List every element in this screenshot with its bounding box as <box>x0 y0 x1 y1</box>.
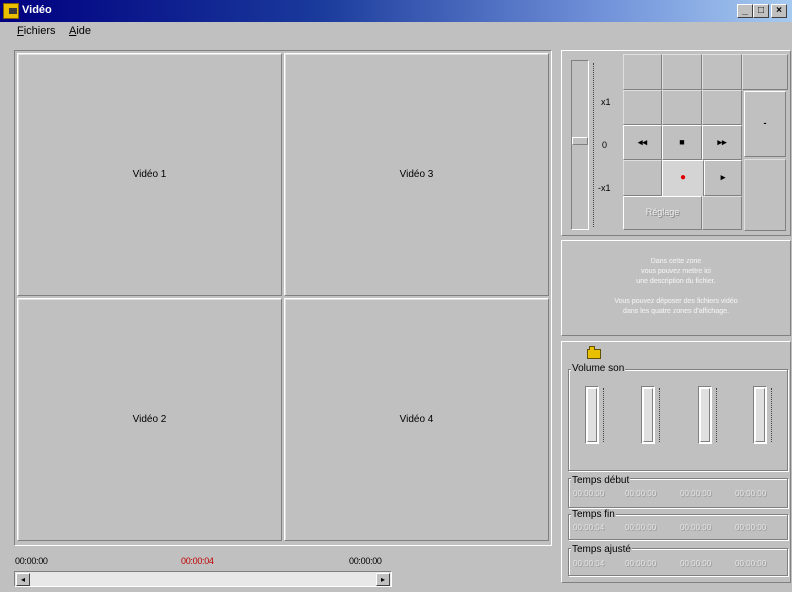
end-time-value: 00:00:00 <box>680 523 712 532</box>
end-time-value: 00:00:00 <box>625 523 657 532</box>
info-line: une description du fichier. <box>636 278 716 285</box>
end-time-title: Temps fin <box>571 509 616 520</box>
empty-slot <box>623 160 662 196</box>
rewind-button[interactable]: ◂◂ <box>623 125 662 160</box>
video-panel-2[interactable]: Vidéo 2 <box>17 298 282 541</box>
speed-label-x1: x1 <box>601 97 611 107</box>
small-dash-button[interactable]: - <box>744 91 786 157</box>
scroll-left-button[interactable]: ◂ <box>16 573 30 586</box>
adjusted-time-title: Temps ajusté <box>571 544 632 555</box>
empty-slot <box>744 159 786 231</box>
volume-slider-3[interactable] <box>698 386 712 444</box>
adjusted-time-value: 00:00:00 <box>625 559 657 568</box>
adjusted-time-value: 00:00:00 <box>735 559 767 568</box>
empty-slot <box>662 90 702 125</box>
volume-slider-4[interactable] <box>753 386 767 444</box>
video-label: Vidéo 1 <box>132 168 167 180</box>
empty-slot <box>623 90 662 125</box>
speed-slider-ticks <box>593 63 597 227</box>
speed-slider-track[interactable] <box>571 60 589 230</box>
maximize-button[interactable]: □ <box>753 4 769 18</box>
volume-ticks <box>659 388 660 442</box>
volume-ticks <box>771 388 772 442</box>
empty-slot <box>702 196 742 230</box>
empty-slot <box>742 54 788 90</box>
play-button[interactable]: ▸ <box>704 160 742 196</box>
volume-ticks <box>716 388 717 442</box>
adjusted-time-value: 00:00:00 <box>680 559 712 568</box>
title-bar[interactable]: Vidéo _ □ × <box>0 0 792 22</box>
speed-label-minus-x1: -x1 <box>598 183 611 193</box>
scroll-right-button[interactable]: ▸ <box>376 573 390 586</box>
info-line: vous pouvez mettre ici <box>641 268 711 275</box>
end-time-value: 00:00:00 <box>735 523 767 532</box>
folder-tab-icon <box>589 346 595 350</box>
close-button[interactable]: × <box>771 4 787 18</box>
video-label: Vidéo 4 <box>399 413 434 425</box>
timeline-scrollbar[interactable]: ◂ ▸ <box>14 571 392 587</box>
description-panel: Dans cette zone vous pouvez mettre ici u… <box>561 240 791 336</box>
empty-slot <box>623 54 662 90</box>
stop-button[interactable]: ■ <box>662 125 702 160</box>
window-title: Vidéo <box>22 4 52 16</box>
start-time-value: 00:00:00 <box>735 489 767 498</box>
record-button[interactable]: ● <box>662 160 704 197</box>
menu-aide[interactable]: Aide <box>69 25 91 37</box>
start-time-value: 00:00:00 <box>573 489 605 498</box>
start-time-value: 00:00:00 <box>625 489 657 498</box>
adjusted-time-value: 00:00:04 <box>573 559 605 568</box>
speed-slider-thumb[interactable] <box>572 137 588 145</box>
video-label: Vidéo 3 <box>399 168 434 180</box>
folder-icon[interactable] <box>587 349 601 359</box>
time-end-label: 00:00:00 <box>349 556 382 566</box>
control-panel: x1 0 -x1 - ◂◂ ■ ▸▸ ● ▸ Réglage <box>561 50 791 236</box>
minimize-button[interactable]: _ <box>737 4 753 18</box>
volume-slider-1[interactable] <box>585 386 599 444</box>
empty-slot <box>662 54 702 90</box>
info-line: Vous pouvez déposer des fichiers vidéo <box>614 298 738 305</box>
info-line: dans les quatre zones d'affichage. <box>623 308 729 315</box>
video-panel-1[interactable]: Vidéo 1 <box>17 53 282 296</box>
empty-slot <box>702 90 742 125</box>
empty-slot <box>702 54 742 90</box>
speed-label-zero: 0 <box>602 140 608 150</box>
info-line: Dans cette zone <box>650 258 702 265</box>
audio-panel: Volume son Temps début 00:00:00 00:00:00… <box>561 341 791 583</box>
volume-slider-2[interactable] <box>641 386 655 444</box>
menu-fichiers[interactable]: Fichiers <box>17 25 56 37</box>
video-label: Vidéo 2 <box>132 413 167 425</box>
fast-forward-button[interactable]: ▸▸ <box>702 125 742 160</box>
video-panel-3[interactable]: Vidéo 3 <box>284 53 549 296</box>
time-start-label: 00:00:00 <box>15 556 48 566</box>
start-time-value: 00:00:00 <box>680 489 712 498</box>
video-panel-4[interactable]: Vidéo 4 <box>284 298 549 541</box>
volume-group-title: Volume son <box>571 363 626 374</box>
menu-bar: Fichiers Aide <box>0 22 792 40</box>
app-icon <box>3 3 19 19</box>
video-area: Vidéo 1 Vidéo 3 Vidéo 2 Vidéo 4 <box>14 50 552 546</box>
time-current-label: 00:00:04 <box>181 556 214 566</box>
reglage-button[interactable]: Réglage <box>623 196 702 230</box>
start-time-title: Temps début <box>571 475 631 486</box>
volume-ticks <box>603 388 604 442</box>
end-time-value: 00:00:04 <box>573 523 605 532</box>
